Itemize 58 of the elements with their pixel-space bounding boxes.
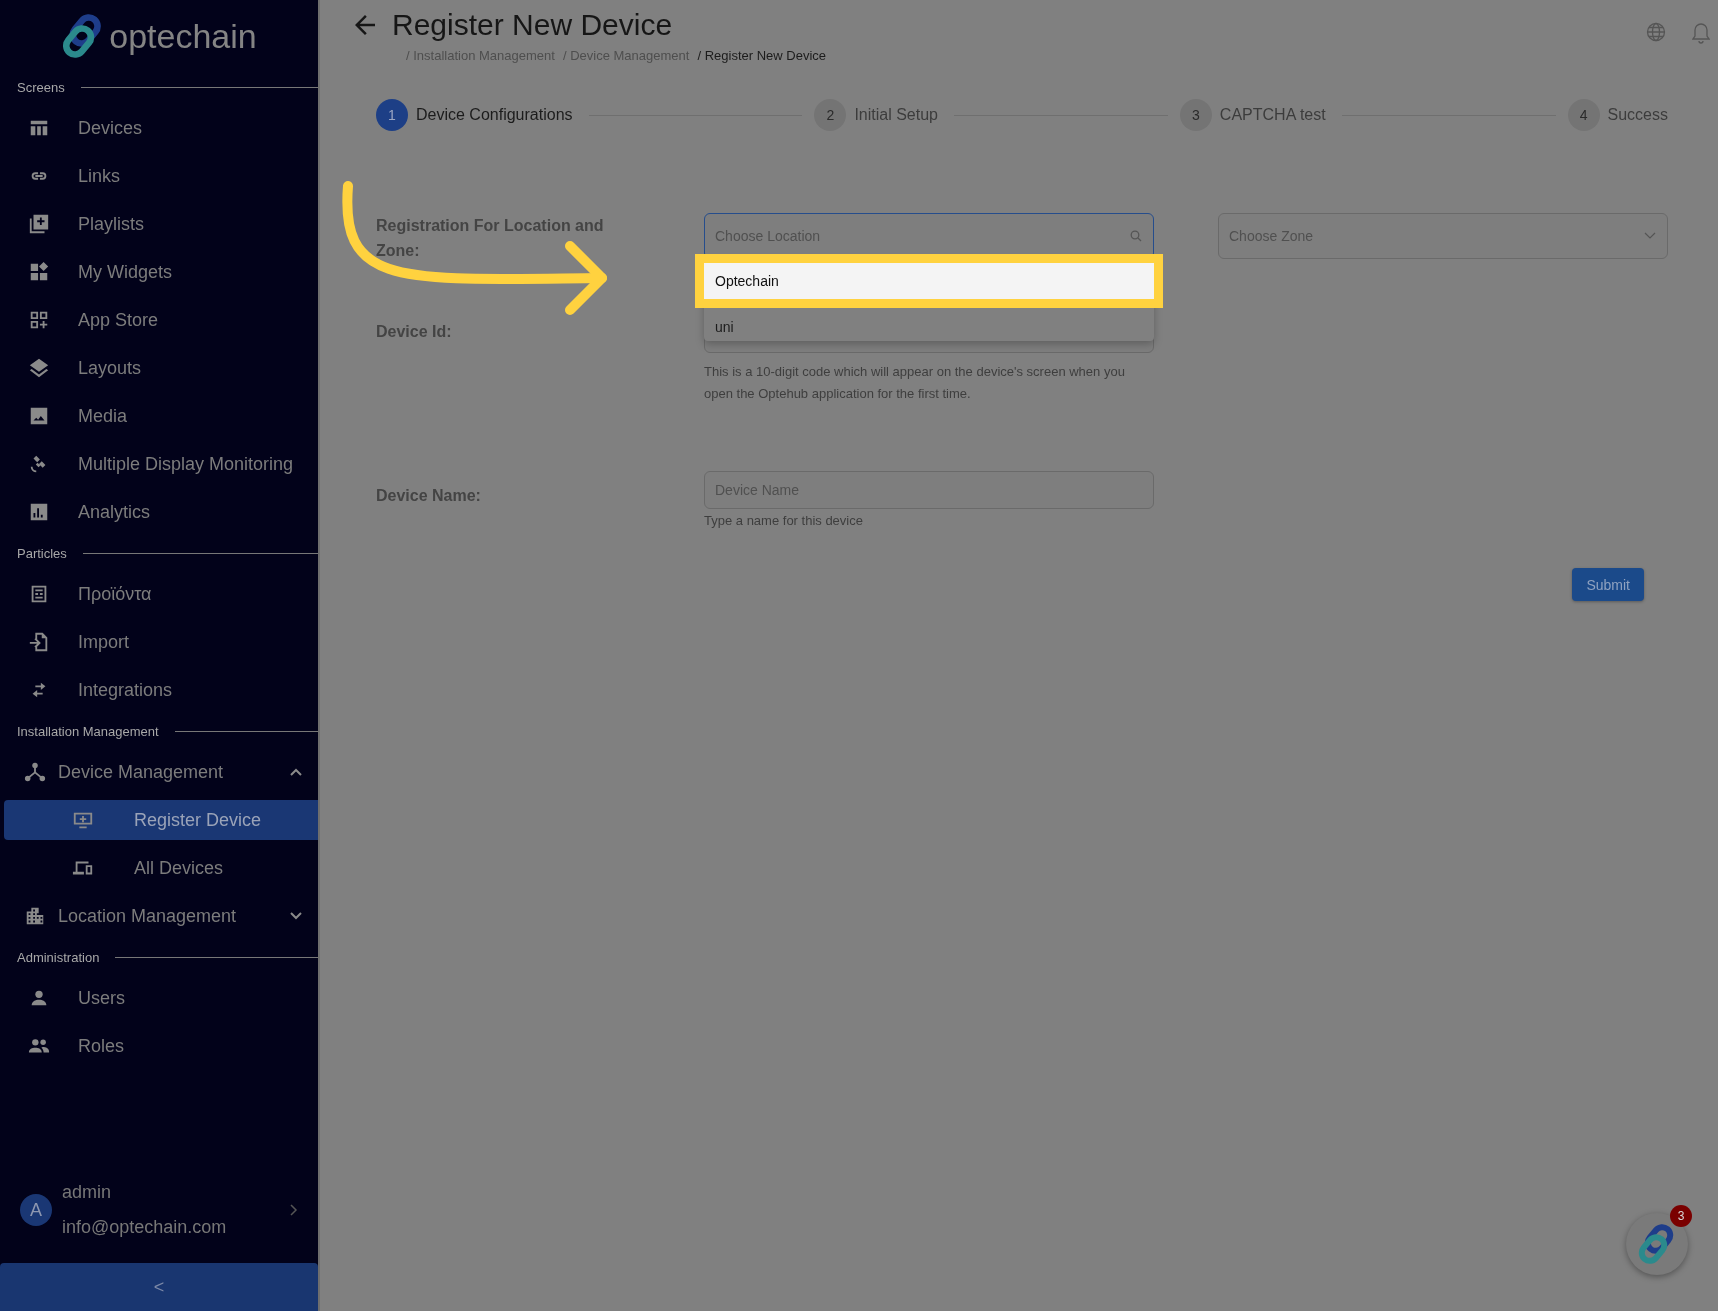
chevron-icon bbox=[290, 768, 302, 776]
submit-button[interactable]: Submit bbox=[1572, 568, 1644, 601]
section-title: Installation Management bbox=[17, 723, 159, 739]
field-label: Registration For Location and Zone: bbox=[376, 216, 605, 261]
sidebar-item[interactable]: Playlists bbox=[0, 200, 318, 248]
globe-icon[interactable] bbox=[1646, 22, 1666, 42]
page-title: Register New Device bbox=[392, 8, 673, 42]
building-icon bbox=[24, 905, 46, 927]
sidebar-group[interactable]: Location Management bbox=[0, 892, 318, 940]
sidebar-item[interactable]: Users bbox=[0, 974, 318, 1022]
import-icon bbox=[28, 631, 50, 653]
user-name: admin bbox=[62, 1182, 113, 1203]
image-icon bbox=[28, 405, 50, 427]
section-title: Administration bbox=[17, 949, 100, 965]
section-title: Screens bbox=[17, 79, 65, 95]
playlist-add-icon bbox=[28, 213, 50, 235]
chevron-icon bbox=[290, 912, 302, 920]
section-title: Particles bbox=[17, 545, 67, 561]
sidebar-item[interactable]: Links bbox=[0, 152, 318, 200]
sidebar-item[interactable]: Layouts bbox=[0, 344, 318, 392]
sidebar-item[interactable]: Register Device bbox=[4, 800, 318, 840]
brand-name: optechain bbox=[109, 16, 257, 56]
layers-icon bbox=[28, 357, 50, 379]
sidebar-item[interactable]: Integrations bbox=[0, 666, 318, 714]
chevron-down-icon bbox=[1644, 232, 1656, 240]
chevron-right-icon[interactable] bbox=[290, 1204, 298, 1216]
user-avatar[interactable]: A bbox=[20, 1194, 52, 1226]
field-label: Device Id: bbox=[376, 322, 453, 342]
sidebar-item[interactable]: My Widgets bbox=[0, 248, 318, 296]
sidebar-item[interactable]: Devices bbox=[0, 104, 318, 152]
notification-badge: 3 bbox=[1670, 1205, 1692, 1227]
widgets-icon bbox=[28, 261, 50, 283]
apps-icon bbox=[28, 309, 50, 331]
dropdown-option[interactable]: uni bbox=[704, 303, 1154, 341]
user-email: info@optechain.com bbox=[62, 1217, 228, 1238]
assistant-button[interactable] bbox=[1626, 1213, 1688, 1275]
bell-icon[interactable] bbox=[1692, 22, 1710, 44]
step: 4 Success bbox=[1567, 99, 1668, 131]
step: 2 Initial Setup bbox=[814, 99, 938, 131]
sidebar-item[interactable]: Roles bbox=[0, 1022, 318, 1070]
sidebar-item[interactable]: Προϊόντα bbox=[0, 570, 318, 618]
step: 3 CAPTCHA test bbox=[1179, 99, 1326, 131]
sidebar-item[interactable]: All Devices bbox=[4, 848, 318, 888]
sidebar-item[interactable]: Multiple Display Monitoring bbox=[0, 440, 318, 488]
collapse-sidebar-button[interactable]: < bbox=[0, 1263, 318, 1311]
hint-text: Type a name for this device bbox=[704, 513, 864, 528]
breadcrumb-item: / Register New Device bbox=[697, 48, 826, 63]
sidebar-item[interactable]: App Store bbox=[0, 296, 318, 344]
sidebar-item[interactable]: Analytics bbox=[0, 488, 318, 536]
hub-icon bbox=[24, 761, 46, 783]
bar-chart-icon bbox=[28, 501, 50, 523]
field-label: Device Name: bbox=[376, 486, 482, 506]
help-text: This is a 10-digit code which will appear on the device's screen when you open the Optehub application for the first time. bbox=[704, 363, 1126, 403]
step: 1 Device Configurations bbox=[376, 99, 573, 131]
sidebar-item[interactable]: Import bbox=[0, 618, 318, 666]
search-icon bbox=[1130, 230, 1142, 242]
sidebar-group[interactable]: Device Management bbox=[0, 748, 318, 796]
sidebar-item[interactable]: Media bbox=[0, 392, 318, 440]
